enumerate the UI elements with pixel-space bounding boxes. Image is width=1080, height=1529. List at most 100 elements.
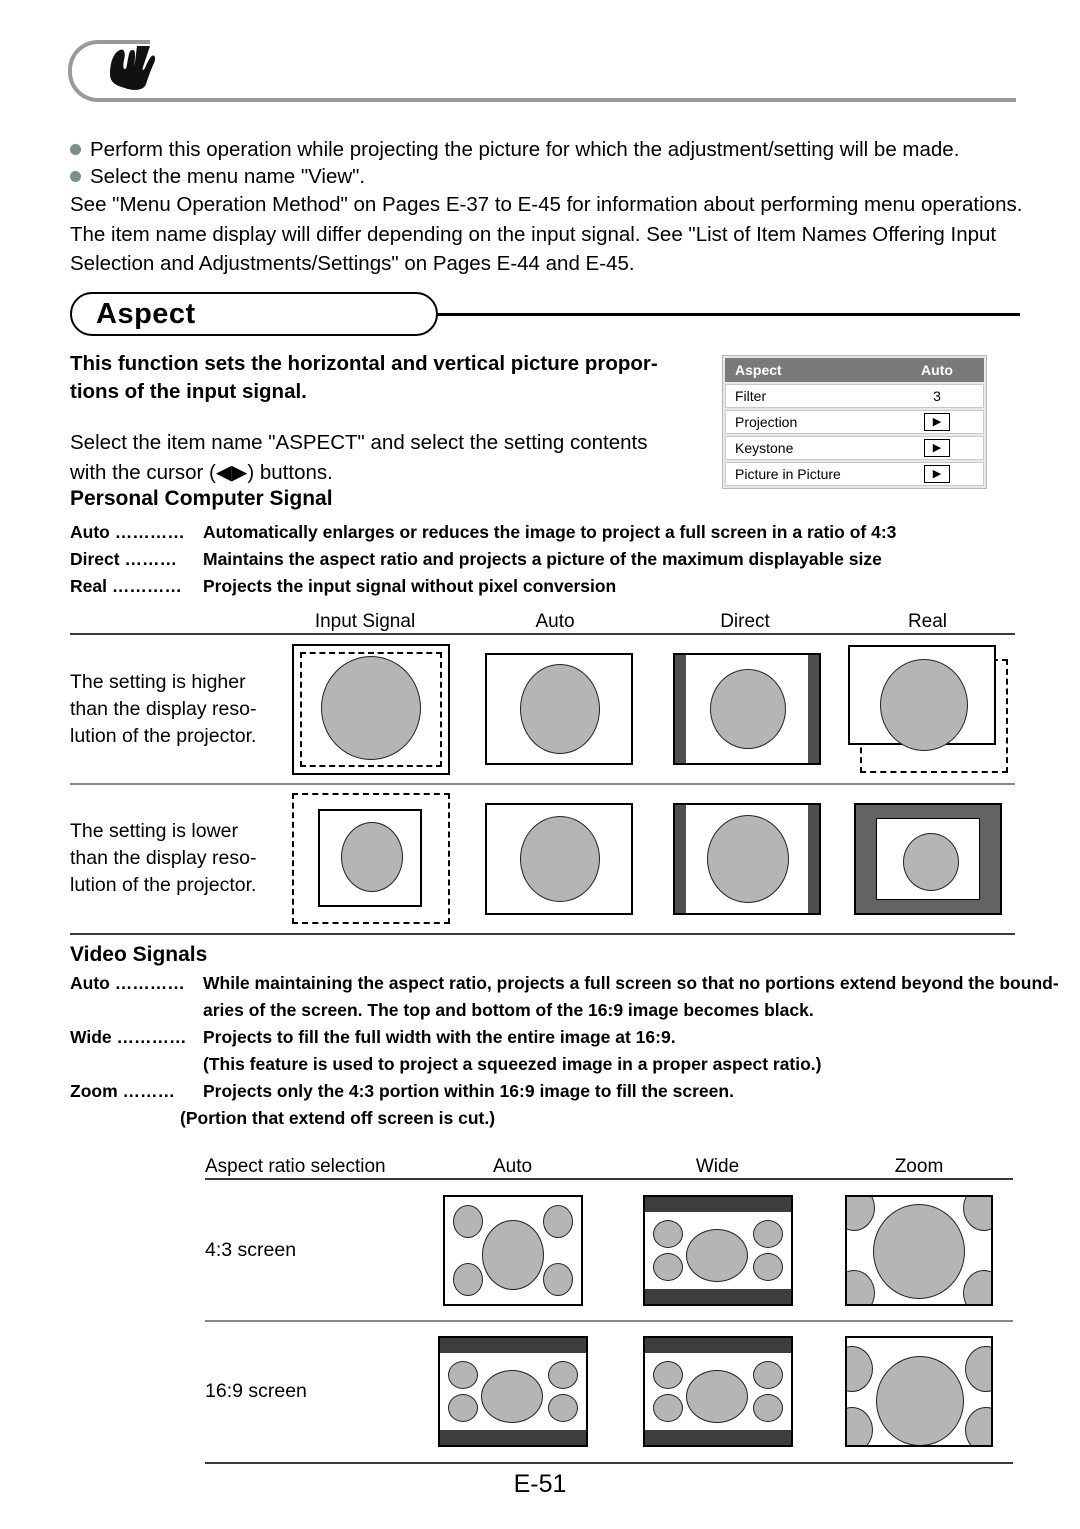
circle-shape (480, 1370, 543, 1423)
video-signal-table: Aspect ratio selection Auto Wide Zoom 4:… (205, 1148, 1013, 1464)
video-def-zoom-cont: (Portion that extend off screen is cut.) (180, 1108, 496, 1128)
play-arrow-icon[interactable]: ▶ (924, 465, 950, 483)
osd-row-projection[interactable]: Projection ▶ (725, 410, 984, 434)
intro-paragraph-line-2: The item name display will differ depend… (70, 222, 997, 246)
pc-def-real-desc: Projects the input signal without pixel … (203, 576, 617, 596)
video-def-wide-cont: (This feature is used to project a squee… (203, 1054, 822, 1074)
pc-table-row-lower: The setting is lower than the display re… (70, 785, 1015, 933)
play-arrow-icon[interactable]: ▶ (924, 439, 950, 457)
video-cell-auto-16-9 (415, 1336, 610, 1447)
circle-shape (873, 1203, 965, 1299)
circle-shape (481, 1219, 544, 1290)
pc-cell-real-higher (841, 645, 1015, 773)
screen-box-solid (437, 1336, 588, 1447)
pc-row-label-higher-l1: The setting is higher (70, 670, 246, 693)
description-block: This function sets the horizontal and ve… (70, 350, 690, 488)
circle-shape (710, 669, 787, 749)
circle-shape (876, 1356, 964, 1445)
play-arrow-icon[interactable]: ▶ (924, 413, 950, 431)
circle-shape (685, 1228, 748, 1282)
video-cell-wide-4-3 (610, 1194, 825, 1306)
letterbox-band-top (644, 1196, 791, 1212)
video-def-zoom: Zoom ……… Projects only the 4:3 portion w… (70, 1078, 1020, 1105)
circle-shape (963, 1196, 991, 1231)
video-table-rule-bottom (205, 1461, 1013, 1464)
video-table-row-4-3: 4:3 screen (205, 1180, 1013, 1320)
hand-pointing-icon (110, 46, 156, 90)
intro-bullet-2: Select the menu name "View". (70, 163, 1020, 190)
pc-def-auto-term: Auto ………… (70, 522, 185, 542)
pc-cell-auto-higher (465, 653, 653, 765)
osd-row-picture-in-picture[interactable]: Picture in Picture ▶ (725, 462, 984, 486)
circle-shape (752, 1361, 783, 1389)
video-def-wide-desc: Projects to fill the full width with the… (203, 1027, 676, 1047)
page-header (0, 0, 1080, 120)
page-title: Aspect (96, 298, 196, 330)
pc-def-direct-term: Direct ……… (70, 549, 177, 569)
circle-shape (542, 1262, 573, 1296)
circle-shape (847, 1269, 875, 1304)
screen-box-solid (484, 802, 633, 915)
pc-row-label-higher-l3: lution of the projector. (70, 724, 257, 747)
circle-shape (652, 1252, 683, 1281)
osd-row-aspect[interactable]: Aspect Auto (725, 358, 984, 382)
osd-label-picture-in-picture: Picture in Picture (735, 466, 841, 482)
pc-signal-heading: Personal Computer Signal (70, 487, 333, 510)
video-row-label-16-9: 16:9 screen (205, 1380, 307, 1402)
intro-paragraph-line-1: See "Menu Operation Method" on Pages E-3… (70, 193, 1023, 216)
video-def-zoom-term: Zoom ……… (70, 1081, 175, 1101)
pc-cell-input-lower (276, 793, 464, 924)
section-title-rule (436, 313, 1020, 316)
screen-box-solid (673, 802, 822, 915)
video-def-auto-term: Auto ………… (70, 973, 185, 993)
pc-table-row-higher: The setting is higher than the display r… (70, 635, 1015, 783)
video-def-zoom-desc: Projects only the 4:3 portion within 16:… (203, 1081, 734, 1101)
pc-def-auto: Auto ………… Automatically enlarges or redu… (70, 519, 1020, 546)
screen-box-solid (673, 653, 822, 765)
letterbox-band-bottom (439, 1430, 586, 1445)
screen-box-solid (854, 802, 1003, 915)
circle-shape (542, 1204, 573, 1238)
intro-block: Perform this operation while projecting … (70, 136, 1023, 279)
circle-shape (447, 1361, 478, 1389)
screen-box-solid (845, 1336, 993, 1447)
pc-def-real: Real ………… Projects the input signal with… (70, 573, 1020, 600)
description-bold-line-2: tions of the input signal. (70, 380, 307, 403)
screen-overflow-group (848, 645, 1009, 773)
description-line-1: Select the item name "ASPECT" and select… (70, 431, 648, 454)
circle-shape (652, 1219, 683, 1248)
bullet-dot-icon (70, 144, 81, 155)
pc-cell-input-higher (276, 643, 464, 775)
video-signal-definitions: Auto ………… While maintaining the aspect r… (70, 970, 1059, 1132)
pc-header-real: Real (907, 611, 948, 632)
pc-cell-real-lower (841, 802, 1015, 915)
pillarbox-bar-right (808, 655, 820, 763)
circle-shape (447, 1394, 478, 1422)
pc-cell-direct-lower (653, 802, 841, 915)
video-signal-heading: Video Signals (70, 943, 208, 966)
pc-table-header-row: Input Signal Auto Direct Real (70, 603, 1015, 633)
osd-row-keystone[interactable]: Keystone ▶ (725, 436, 984, 460)
circle-shape (847, 1196, 875, 1231)
pc-cell-auto-lower (465, 802, 653, 915)
letterbox-band-top (644, 1338, 791, 1353)
video-def-auto: Auto ………… While maintaining the aspect r… (70, 970, 1059, 997)
header-rounded-rule (68, 40, 1016, 102)
video-def-auto-desc: While maintaining the aspect ratio, proj… (203, 973, 1059, 993)
screen-box-solid (642, 1336, 793, 1447)
pc-signal-table: Input Signal Auto Direct Real The settin… (70, 603, 1015, 935)
pillarbox-bar-left (675, 655, 687, 763)
intro-bullet-1: Perform this operation while projecting … (70, 136, 1020, 163)
pc-def-real-term: Real ………… (70, 576, 182, 596)
screen-box-solid (317, 809, 422, 907)
video-cell-wide-16-9 (610, 1336, 825, 1447)
page-number: E-51 (513, 1470, 567, 1498)
screen-box-solid (291, 643, 450, 775)
intro-paragraph-line-3: Selection and Adjustments/Settings" on P… (70, 252, 635, 275)
screen-box-dashed-signal (291, 793, 450, 924)
osd-row-filter[interactable]: Filter 3 (725, 384, 984, 408)
circle-shape (547, 1394, 578, 1422)
circle-shape (707, 814, 790, 903)
pc-row-label-higher: The setting is higher than the display r… (70, 669, 276, 750)
